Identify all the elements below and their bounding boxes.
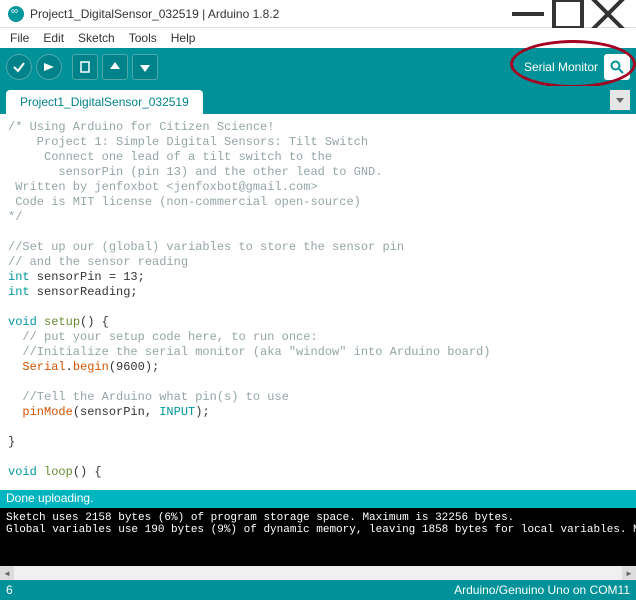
tab-menu-button[interactable] bbox=[610, 90, 630, 110]
code-text: (9600); bbox=[109, 360, 159, 374]
code-text: sensorPin = 13; bbox=[30, 270, 145, 284]
const-input: INPUT bbox=[159, 405, 195, 419]
arrow-right-icon bbox=[42, 60, 56, 74]
code-text: () { bbox=[73, 465, 102, 479]
comment-line: //Initialize the serial monitor (aka "wi… bbox=[8, 345, 490, 359]
new-file-icon bbox=[78, 60, 92, 74]
menu-sketch[interactable]: Sketch bbox=[72, 29, 121, 47]
func-pinmode: pinMode bbox=[8, 405, 73, 419]
toolbar: Serial Monitor bbox=[0, 48, 636, 86]
comment-line: Connect one lead of a tilt switch to the bbox=[8, 150, 332, 164]
menu-tools[interactable]: Tools bbox=[123, 29, 163, 47]
verify-button[interactable] bbox=[6, 54, 32, 80]
menu-bar: File Edit Sketch Tools Help bbox=[0, 28, 636, 48]
serial-monitor-button[interactable] bbox=[604, 54, 630, 80]
obj-serial: Serial bbox=[8, 360, 66, 374]
status-bar: Done uploading. bbox=[0, 490, 636, 508]
arrow-down-icon bbox=[138, 60, 152, 74]
comment-line: */ bbox=[8, 210, 22, 224]
menu-file[interactable]: File bbox=[4, 29, 35, 47]
code-text: } bbox=[8, 435, 15, 449]
menu-help[interactable]: Help bbox=[165, 29, 202, 47]
menu-edit[interactable]: Edit bbox=[37, 29, 70, 47]
func-begin: begin bbox=[73, 360, 109, 374]
maximize-button[interactable] bbox=[548, 0, 588, 28]
window-titlebar: Project1_DigitalSensor_032519 | Arduino … bbox=[0, 0, 636, 28]
comment-line: /* Using Arduino for Citizen Science! bbox=[8, 120, 274, 134]
comment-line: sensorPin (pin 13) and the other lead to… bbox=[8, 165, 382, 179]
serial-monitor-label: Serial Monitor bbox=[524, 60, 598, 74]
horizontal-scrollbar[interactable]: ◄ ► bbox=[0, 566, 636, 580]
arrow-up-icon bbox=[108, 60, 122, 74]
code-text: ); bbox=[195, 405, 209, 419]
keyword-int: int bbox=[8, 270, 30, 284]
keyword-void: void bbox=[8, 465, 37, 479]
close-button[interactable] bbox=[588, 0, 628, 28]
comment-line: //Tell the Arduino what pin(s) to use bbox=[8, 390, 289, 404]
func-loop: loop bbox=[44, 465, 73, 479]
output-console[interactable]: Sketch uses 2158 bytes (6%) of program s… bbox=[0, 508, 636, 566]
tab-bar: Project1_DigitalSensor_032519 bbox=[0, 86, 636, 114]
comment-line: Code is MIT license (non-commercial open… bbox=[8, 195, 361, 209]
keyword-int: int bbox=[8, 285, 30, 299]
check-icon bbox=[12, 60, 26, 74]
new-button[interactable] bbox=[72, 54, 98, 80]
console-line: Global variables use 190 bytes (9%) of d… bbox=[6, 524, 636, 536]
sketch-tab[interactable]: Project1_DigitalSensor_032519 bbox=[6, 90, 203, 114]
magnifier-icon bbox=[609, 59, 625, 75]
footer-bar: 6 Arduino/Genuino Uno on COM11 bbox=[0, 580, 636, 600]
comment-line: Written by jenfoxbot <jenfoxbot@gmail.co… bbox=[8, 180, 318, 194]
code-text: () { bbox=[80, 315, 109, 329]
comment-line: // and the sensor reading bbox=[8, 255, 188, 269]
minimize-button[interactable] bbox=[508, 0, 548, 28]
code-text: sensorReading; bbox=[30, 285, 138, 299]
func-setup: setup bbox=[44, 315, 80, 329]
board-port-label: Arduino/Genuino Uno on COM11 bbox=[454, 583, 630, 597]
console-line: Sketch uses 2158 bytes (6%) of program s… bbox=[6, 512, 514, 524]
comment-line: //Set up our (global) variables to store… bbox=[8, 240, 404, 254]
open-button[interactable] bbox=[102, 54, 128, 80]
code-editor[interactable]: /* Using Arduino for Citizen Science! Pr… bbox=[0, 114, 636, 490]
scroll-right-button[interactable]: ► bbox=[622, 566, 636, 580]
scroll-left-button[interactable]: ◄ bbox=[0, 566, 14, 580]
arduino-app-icon bbox=[8, 6, 24, 22]
chevron-down-icon bbox=[615, 95, 625, 105]
window-title: Project1_DigitalSensor_032519 | Arduino … bbox=[30, 7, 508, 21]
code-text: (sensorPin, bbox=[73, 405, 159, 419]
line-number: 6 bbox=[6, 583, 13, 597]
upload-button[interactable] bbox=[36, 54, 62, 80]
comment-line: // put your setup code here, to run once… bbox=[8, 330, 318, 344]
keyword-void: void bbox=[8, 315, 37, 329]
save-button[interactable] bbox=[132, 54, 158, 80]
comment-line: Project 1: Simple Digital Sensors: Tilt … bbox=[8, 135, 368, 149]
